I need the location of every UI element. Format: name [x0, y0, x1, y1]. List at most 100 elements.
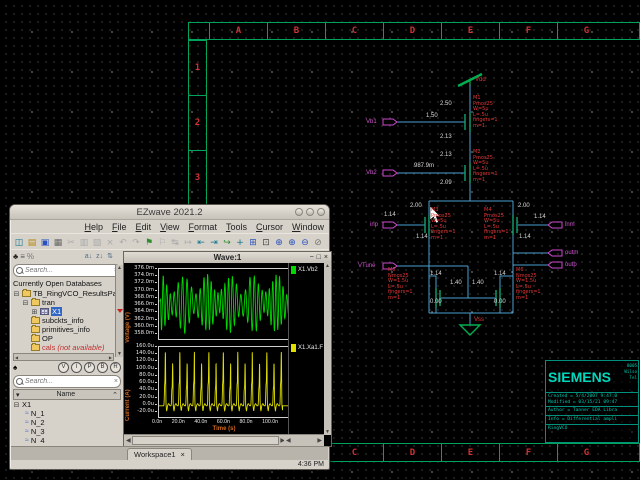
go-last[interactable]: ⇥ [208, 236, 220, 248]
wave-window-control[interactable]: × [324, 254, 328, 261]
menu-item-help[interactable]: Help [85, 222, 104, 232]
db-tree-item[interactable]: cals (not available) [11, 343, 115, 352]
port-label-inm[interactable]: inm [565, 222, 575, 228]
wave-window-control[interactable]: − [310, 254, 314, 261]
menu-item[interactable]: Window [292, 222, 324, 232]
clear-search-icon[interactable]: × [114, 378, 118, 385]
scroll-left-arrow[interactable]: ◀ [286, 437, 291, 444]
wave-window-control[interactable]: □ [317, 254, 321, 261]
current-plot[interactable] [158, 346, 292, 418]
header-expand-icon[interactable]: ⌃ [112, 391, 118, 399]
menu-item[interactable]: Tools [226, 222, 247, 232]
expander-icon[interactable]: ⊟ [22, 299, 29, 307]
expander-icon[interactable]: ⊞ [31, 308, 38, 316]
grid[interactable]: ⊞ [247, 236, 259, 248]
scroll-right-arrow[interactable]: ▶ [317, 437, 322, 444]
add-waveform-alt[interactable]: ⚐ [156, 236, 168, 248]
add-waveform[interactable]: ⚑ [143, 236, 155, 248]
print[interactable]: ▦ [52, 236, 64, 248]
port-symbols[interactable] [383, 119, 562, 269]
paste[interactable]: ▧ [91, 236, 103, 248]
database-search-input[interactable] [25, 267, 112, 274]
sort-toggle-icon[interactable]: ⇅ [107, 252, 113, 260]
maximize-button[interactable] [306, 208, 314, 216]
signal-root-row[interactable]: ⊟ X1 [11, 400, 123, 409]
signal-search[interactable]: × [13, 375, 121, 388]
port-label-outp[interactable]: outp [565, 262, 577, 268]
gnd-symbol[interactable] [460, 325, 480, 335]
expander-icon[interactable]: ⊟ [13, 401, 20, 409]
db-tree-item[interactable]: ⊞ X1 [11, 307, 115, 316]
close-button[interactable] [317, 208, 325, 216]
export[interactable]: ↪ [221, 236, 233, 248]
link-icon[interactable]: % [27, 252, 34, 262]
cursor-box[interactable]: ⊡ [260, 236, 272, 248]
signals-icon[interactable]: ♠ [13, 363, 17, 373]
scroll-right-arrow[interactable]: ▶ [109, 355, 112, 360]
db-tree-vscrollbar[interactable]: ▲ ▼ [115, 265, 123, 357]
cut[interactable]: ✂ [65, 236, 77, 248]
expander-icon[interactable]: ⊟ [13, 290, 20, 298]
measure-b[interactable]: ↦ [182, 236, 194, 248]
ezwave-window[interactable]: EZwave 2021.2 Help File Edit View Format Too… [9, 204, 330, 470]
zoom-area[interactable]: ⊕ [286, 236, 298, 248]
undo[interactable]: ↶ [117, 236, 129, 248]
sort-az-icon[interactable]: a↓ [85, 253, 92, 260]
scroll-left-arrow[interactable]: ◀ [126, 437, 131, 444]
signal-search-input[interactable] [25, 378, 112, 385]
signal-item[interactable]: ≈ N_1 [11, 409, 123, 418]
scroll-down-arrow[interactable]: ▼ [325, 429, 330, 435]
menu-item[interactable]: Cursor [256, 222, 283, 232]
name-column-header[interactable]: Name [20, 391, 113, 398]
pan[interactable]: + [234, 236, 246, 248]
port-label-vb1[interactable]: Vb1 [366, 119, 377, 125]
voltage-plot[interactable] [158, 268, 292, 340]
signal-filter-button[interactable]: B [97, 362, 108, 373]
scroll-down-arrow[interactable]: ▼ [117, 351, 122, 357]
db-tree-item[interactable]: subckts_info [11, 316, 115, 325]
menu-item[interactable]: Format [188, 222, 217, 232]
wave1-window[interactable]: Wave:1 −□× Voltage (V) 376.0m374.0m372.0… [123, 251, 332, 447]
signal-filter-button[interactable]: R [110, 362, 121, 373]
scroll-left-arrow[interactable]: ◀ [15, 355, 18, 360]
port-label-vtune[interactable]: VTune [358, 263, 375, 269]
signal-filter-button[interactable]: P [84, 362, 95, 373]
menu-item[interactable]: View [160, 222, 179, 232]
workspace-tab[interactable]: Workspace1 × [127, 448, 192, 460]
signal-item[interactable]: ≈ N_4 [11, 436, 123, 444]
plot-hscrollbar[interactable]: ◀ ▶ [124, 434, 287, 446]
copy[interactable]: ▥ [78, 236, 90, 248]
db-tree-item[interactable]: primitives_info [11, 325, 115, 334]
scrollbar-thumb[interactable] [132, 436, 280, 445]
workspace-tab-close-icon[interactable]: × [181, 450, 185, 459]
menu-item[interactable]: Edit [136, 222, 152, 232]
signal-item[interactable]: ≈ N_3 [11, 427, 123, 436]
window-title-bar[interactable]: EZwave 2021.2 [10, 205, 329, 220]
db-tree-item[interactable]: ⊟ tran [11, 298, 115, 307]
port-label-outm[interactable]: outm [565, 250, 578, 256]
sort-za-icon[interactable]: z↓ [96, 253, 103, 260]
scroll-up-arrow[interactable]: ▲ [325, 263, 330, 269]
save[interactable]: ▣ [39, 236, 51, 248]
redo[interactable]: ↷ [130, 236, 142, 248]
legend-item-voltage[interactable]: X1.Vb2 [291, 266, 324, 274]
port-label-inp[interactable]: inp [370, 222, 378, 228]
menu-item[interactable]: File [112, 222, 127, 232]
measure-a[interactable]: ↹ [169, 236, 181, 248]
minimize-button[interactable] [295, 208, 303, 216]
signal-item[interactable]: ≈ N_2 [11, 418, 123, 427]
go-first[interactable]: ⇤ [195, 236, 207, 248]
open[interactable]: ▤ [26, 236, 38, 248]
db-tree-item[interactable]: ⊟ TB_RingVCO_ResultsPa [11, 289, 115, 298]
zoom-out[interactable]: ⊖ [299, 236, 311, 248]
delete[interactable]: × [104, 236, 116, 248]
scroll-up-arrow[interactable]: ▲ [117, 265, 122, 271]
legend-hscrollbar[interactable]: ◀ ▶ [284, 434, 324, 446]
db-tree-item[interactable]: OP [11, 334, 115, 343]
signal-list-header[interactable]: ▾ Name ⌃ [13, 389, 121, 400]
db-tree-icon[interactable]: ♣ [13, 252, 18, 262]
port-label-vb2[interactable]: Vb2 [366, 170, 377, 176]
legend-vscrollbar[interactable]: ▲ ▼ [324, 263, 331, 435]
legend-item-current[interactable]: X1.Xa1.F [291, 344, 324, 352]
new-window[interactable]: ◫ [13, 236, 25, 248]
